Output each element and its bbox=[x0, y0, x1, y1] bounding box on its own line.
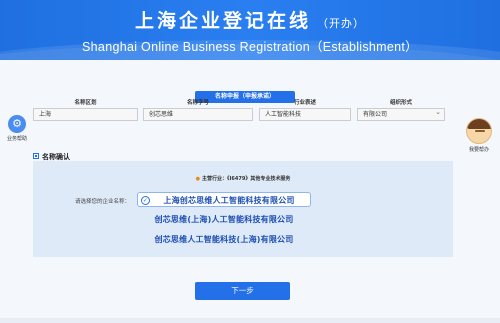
main-industry-line: ● 主营行业：《I6479》其他专业技术服务 bbox=[33, 175, 453, 182]
header-banner: 上海企业登记在线 （开办） Shanghai Online Business Re… bbox=[0, 0, 500, 60]
field-industry: 行业表述 人工智能科技 bbox=[259, 98, 351, 121]
name-application-panel: 名称申报（申报承诺） 名称区划 上海 名称字号 创芯思维 行业表述 人工智能科技… bbox=[33, 91, 453, 136]
field-org-form-label: 组织形式 bbox=[389, 100, 412, 106]
field-region-input[interactable]: 上海 bbox=[33, 108, 138, 121]
page-title: 上海企业登记在线 （开办） bbox=[134, 10, 365, 32]
name-confirm-panel: ● 主营行业：《I6479》其他专业技术服务 请选择您的企业名称： ✓ 上海创芯思维… bbox=[33, 161, 453, 257]
help-widget-label: 业务帮助 bbox=[6, 136, 27, 142]
assistant-widget[interactable]: 我要帮办 bbox=[462, 118, 496, 153]
footer-strip bbox=[0, 318, 500, 323]
name-option-text: 上海创芯思维人工智能科技有限公司 bbox=[163, 196, 295, 205]
field-trade-name-input[interactable]: 创芯思维 bbox=[143, 108, 253, 121]
page-title-sub: （开办） bbox=[317, 17, 365, 30]
assistant-widget-label: 我要帮办 bbox=[468, 147, 489, 153]
gear-icon: ⚙ bbox=[8, 115, 26, 133]
choose-name-prompt: 请选择您的企业名称： bbox=[75, 199, 131, 205]
field-org-form-select[interactable]: 有限公司 bbox=[357, 107, 445, 121]
field-trade-name: 名称字号 创芯思维 bbox=[143, 98, 253, 121]
field-industry-label: 行业表述 bbox=[293, 100, 316, 106]
main-industry-text: 主营行业：《I6479》其他专业技术服务 bbox=[202, 176, 291, 182]
help-widget[interactable]: ⚙ 业务帮助 bbox=[4, 115, 30, 142]
field-region: 名称区划 上海 bbox=[33, 98, 138, 121]
check-icon: ✓ bbox=[141, 196, 150, 205]
info-icon: ● bbox=[195, 176, 201, 182]
page-title-english: Shanghai Online Business Registration（Es… bbox=[82, 40, 418, 54]
field-trade-name-label: 名称字号 bbox=[186, 100, 209, 106]
assistant-avatar-icon bbox=[466, 118, 492, 144]
field-region-label: 名称区划 bbox=[74, 100, 97, 106]
field-org-form: 组织形式 有限公司 bbox=[357, 98, 445, 121]
name-option[interactable]: 创芯思维(上海)人工智能科技有限公司 bbox=[137, 212, 311, 227]
section-marker-icon bbox=[33, 153, 39, 159]
name-option[interactable]: 创芯思维人工智能科技(上海)有限公司 bbox=[137, 232, 311, 247]
name-option-selected[interactable]: ✓ 上海创芯思维人工智能科技有限公司 bbox=[137, 192, 311, 207]
field-industry-input[interactable]: 人工智能科技 bbox=[259, 108, 351, 121]
next-button[interactable]: 下一步 bbox=[195, 282, 290, 300]
